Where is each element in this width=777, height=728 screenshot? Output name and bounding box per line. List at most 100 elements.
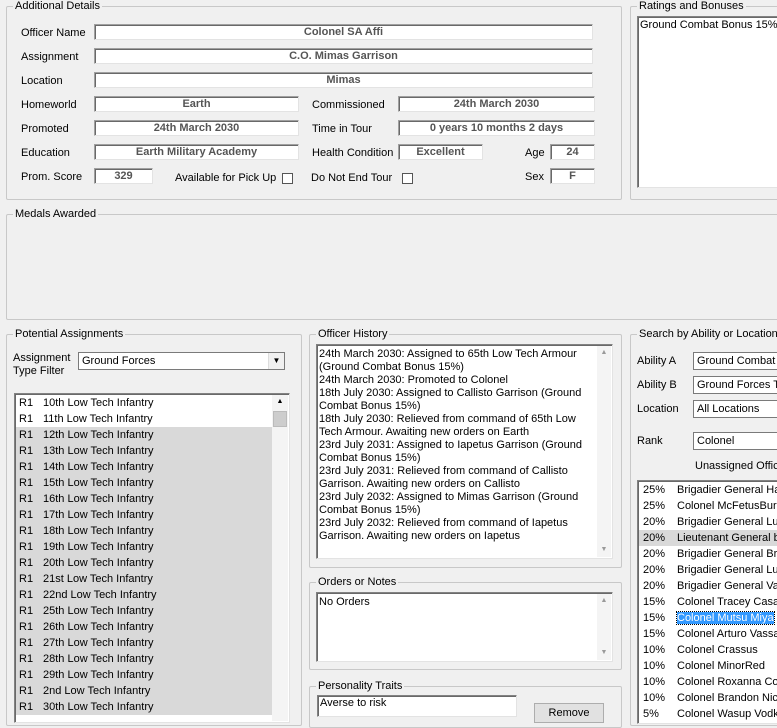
ratings-title: Ratings and Bonuses	[637, 0, 746, 13]
ability-b-select[interactable]: Ground Forces T	[693, 376, 777, 394]
promoted-field[interactable]: 24th March 2030	[94, 120, 299, 136]
table-row[interactable]: R1 27th Low Tech Infantry	[16, 635, 272, 651]
health-field[interactable]: Excellent	[398, 144, 483, 160]
scroll-up-icon[interactable]: ▲	[272, 395, 288, 409]
table-row[interactable]: R1 2nd Low Tech Infantry	[16, 683, 272, 699]
assignment-rank: R1	[19, 605, 34, 617]
rank-select[interactable]: Colonel	[693, 432, 777, 450]
assignment-name: 27th Low Tech Infantry	[43, 637, 154, 649]
officer-name: Colonel Tracey Casal	[677, 596, 777, 608]
list-item[interactable]: 10% Colonel Crassus	[639, 642, 777, 658]
potential-assignments-list[interactable]: R1 10th Low Tech Infantry R1 11th Low Tech …	[14, 393, 290, 723]
officer-name-label: Officer Name	[21, 27, 86, 39]
assignment-field[interactable]: C.O. Mimas Garrison	[94, 48, 593, 64]
table-row[interactable]: R1 21st Low Tech Infantry	[16, 571, 272, 587]
table-row[interactable]: R1 14th Low Tech Infantry	[16, 459, 272, 475]
scroll-up-icon[interactable]: ▲	[597, 594, 611, 608]
location-field[interactable]: Mimas	[94, 72, 593, 88]
list-item[interactable]: 20% Brigadier General Luk	[639, 562, 777, 578]
assignment-rank: R1	[19, 397, 34, 409]
assignment-name: 25th Low Tech Infantry	[43, 605, 154, 617]
list-item[interactable]: 15% Colonel Tracey Casal	[639, 594, 777, 610]
orders-text[interactable]: No Orders ▲ ▼	[316, 592, 613, 662]
list-item[interactable]: 25% Brigadier General Hay	[639, 482, 777, 498]
officer-history-text[interactable]: 24th March 2030: Assigned to 65th Low Te…	[316, 344, 613, 559]
list-item[interactable]: 25% Colonel McFetusBurg	[639, 498, 777, 514]
list-item[interactable]: 10% Colonel MinorRed	[639, 658, 777, 674]
history-line: Tech Armour. Awaiting new orders on Eart…	[319, 426, 530, 438]
assignment-type-filter-value: Ground Forces	[82, 355, 156, 367]
officer-percent: 15%	[643, 596, 666, 608]
assignment-rank: R1	[19, 589, 34, 601]
health-label: Health Condition	[312, 147, 394, 159]
list-item[interactable]: 10% Colonel Roxanna Cos	[639, 674, 777, 690]
table-row[interactable]: R1 12th Low Tech Infantry	[16, 427, 272, 443]
list-item[interactable]: 15% Colonel Mutsu Miya	[639, 610, 777, 626]
table-row[interactable]: R1 19th Low Tech Infantry	[16, 539, 272, 555]
assignment-rank: R1	[19, 509, 34, 521]
history-line: Combat Bonus 15%)	[319, 400, 421, 412]
homeworld-label: Homeworld	[21, 99, 77, 111]
assignment-type-filter-select[interactable]: Ground Forces ▼	[78, 352, 285, 370]
ratings-list[interactable]: Ground Combat Bonus 15%	[637, 16, 777, 188]
scroll-down-icon[interactable]: ▼	[597, 543, 611, 557]
officer-name-field[interactable]: Colonel SA Affi	[94, 24, 593, 40]
assignment-name: 29th Low Tech Infantry	[43, 669, 154, 681]
prom-score-field[interactable]: 329	[94, 168, 153, 184]
table-row[interactable]: R1 10th Low Tech Infantry	[16, 395, 272, 411]
sex-field[interactable]: F	[550, 168, 595, 184]
table-row[interactable]: R1 16th Low Tech Infantry	[16, 491, 272, 507]
assignments-scrollbar[interactable]: ▲	[272, 395, 288, 721]
list-item[interactable]: 20% Lieutenant General be	[639, 530, 777, 546]
commissioned-field[interactable]: 24th March 2030	[398, 96, 595, 112]
list-item[interactable]: 20% Brigadier General Val	[639, 578, 777, 594]
chevron-down-icon[interactable]: ▼	[268, 353, 284, 369]
assignment-name: 30th Low Tech Infantry	[43, 701, 154, 713]
list-item[interactable]: 20% Brigadier General Bru	[639, 546, 777, 562]
table-row[interactable]: R1 13th Low Tech Infantry	[16, 443, 272, 459]
homeworld-field[interactable]: Earth	[94, 96, 299, 112]
table-row[interactable]: R1 11th Low Tech Infantry	[16, 411, 272, 427]
assignment-rank: R1	[19, 557, 34, 569]
scroll-up-icon[interactable]: ▲	[597, 346, 611, 360]
orders-scrollbar[interactable]: ▲ ▼	[597, 594, 611, 660]
assignment-label: Assignment	[21, 51, 79, 63]
search-location-select[interactable]: All Locations	[693, 400, 777, 418]
history-scrollbar[interactable]: ▲ ▼	[597, 346, 611, 557]
scroll-thumb[interactable]	[273, 411, 287, 427]
ability-a-select[interactable]: Ground Combat B	[693, 352, 777, 370]
officer-percent: 25%	[643, 484, 666, 496]
table-row[interactable]: R1 26th Low Tech Infantry	[16, 619, 272, 635]
officer-percent: 20%	[643, 532, 666, 544]
education-field[interactable]: Earth Military Academy	[94, 144, 299, 160]
table-row[interactable]: R1 22nd Low Tech Infantry	[16, 587, 272, 603]
pickup-checkbox[interactable]	[282, 173, 293, 184]
rank-label: Rank	[637, 435, 663, 447]
list-item[interactable]: 5% Colonel Wasup Vodk	[639, 706, 777, 722]
table-row[interactable]: R1 17th Low Tech Infantry	[16, 507, 272, 523]
table-row[interactable]: R1 15th Low Tech Infantry	[16, 475, 272, 491]
table-row[interactable]: R1 25th Low Tech Infantry	[16, 603, 272, 619]
time-in-tour-field[interactable]: 0 years 10 months 2 days	[398, 120, 595, 136]
table-row[interactable]: R1 30th Low Tech Infantry	[16, 699, 272, 715]
scroll-down-icon[interactable]: ▼	[597, 646, 611, 660]
table-row[interactable]: R1 28th Low Tech Infantry	[16, 651, 272, 667]
list-item[interactable]: 20% Brigadier General Luc	[639, 514, 777, 530]
search-title: Search by Ability or Location	[637, 327, 777, 341]
list-item[interactable]: 15% Colonel Arturo Vassal	[639, 626, 777, 642]
assignment-rank: R1	[19, 429, 34, 441]
history-line: Garrison. Awaiting new orders on Callist…	[319, 478, 520, 490]
orders-text-line: No Orders	[319, 596, 370, 608]
table-row[interactable]: R1 20th Low Tech Infantry	[16, 555, 272, 571]
unassigned-officers-list[interactable]: 25% Brigadier General Hay 25% Colonel McFet…	[637, 480, 777, 724]
remove-button[interactable]: Remove	[534, 703, 604, 723]
not-end-tour-checkbox[interactable]	[402, 173, 413, 184]
table-row[interactable]: R1 29th Low Tech Infantry	[16, 667, 272, 683]
search-location-label: Location	[637, 403, 679, 415]
history-line: 18th July 2030: Assigned to Callisto Gar…	[319, 387, 582, 399]
list-item[interactable]: 10% Colonel Brandon Nich	[639, 690, 777, 706]
officer-percent: 10%	[643, 644, 666, 656]
table-row[interactable]: R1 18th Low Tech Infantry	[16, 523, 272, 539]
age-field[interactable]: 24	[550, 144, 595, 160]
assignment-name: 18th Low Tech Infantry	[43, 525, 154, 537]
